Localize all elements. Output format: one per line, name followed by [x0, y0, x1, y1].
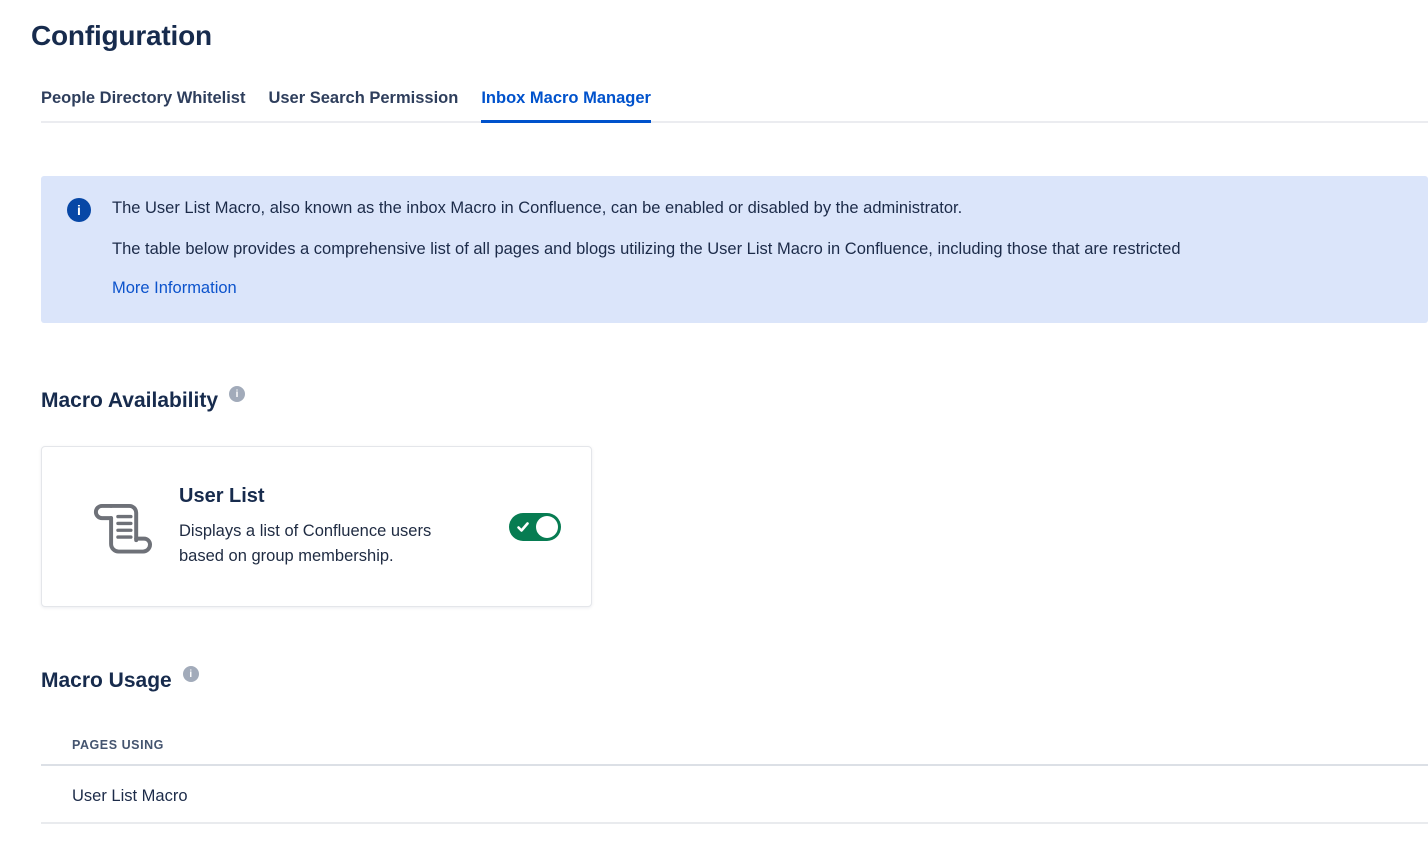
- info-banner-text: The User List Macro, also known as the i…: [112, 197, 1181, 298]
- macro-card-body: User List Displays a list of Confluence …: [179, 485, 479, 569]
- macro-usage-table: PAGES USING User List Macro: [41, 719, 1428, 824]
- macro-card-description: Displays a list of Confluence users base…: [179, 519, 471, 569]
- user-list-macro-card: User List Displays a list of Confluence …: [41, 446, 592, 607]
- toggle-knob: [536, 516, 558, 538]
- macro-usage-section-header: Macro Usage i: [41, 669, 1428, 693]
- macro-card-title: User List: [179, 485, 479, 508]
- banner-line-2: The table below provides a comprehensive…: [112, 238, 1181, 260]
- tab-user-search-permission[interactable]: User Search Permission: [268, 89, 458, 123]
- page-title: Configuration: [31, 20, 1428, 52]
- more-information-link[interactable]: More Information: [112, 279, 237, 298]
- info-icon: i: [67, 198, 91, 222]
- scroll-icon: [86, 493, 159, 566]
- macro-usage-title: Macro Usage: [41, 669, 172, 693]
- info-banner: i The User List Macro, also known as the…: [41, 176, 1428, 323]
- banner-line-1: The User List Macro, also known as the i…: [112, 197, 1181, 219]
- macro-availability-section-header: Macro Availability i: [41, 389, 1428, 413]
- tab-bar: People Directory Whitelist User Search P…: [41, 89, 1428, 123]
- tab-people-directory-whitelist[interactable]: People Directory Whitelist: [41, 89, 245, 123]
- user-list-toggle[interactable]: [509, 513, 561, 541]
- pages-using-column-header: PAGES USING: [41, 719, 1428, 766]
- macro-availability-title: Macro Availability: [41, 389, 218, 413]
- tab-inbox-macro-manager[interactable]: Inbox Macro Manager: [481, 89, 651, 123]
- check-icon: [516, 520, 530, 534]
- info-hint-icon[interactable]: i: [229, 386, 245, 402]
- info-hint-icon[interactable]: i: [183, 666, 199, 682]
- table-row: User List Macro: [41, 766, 1428, 824]
